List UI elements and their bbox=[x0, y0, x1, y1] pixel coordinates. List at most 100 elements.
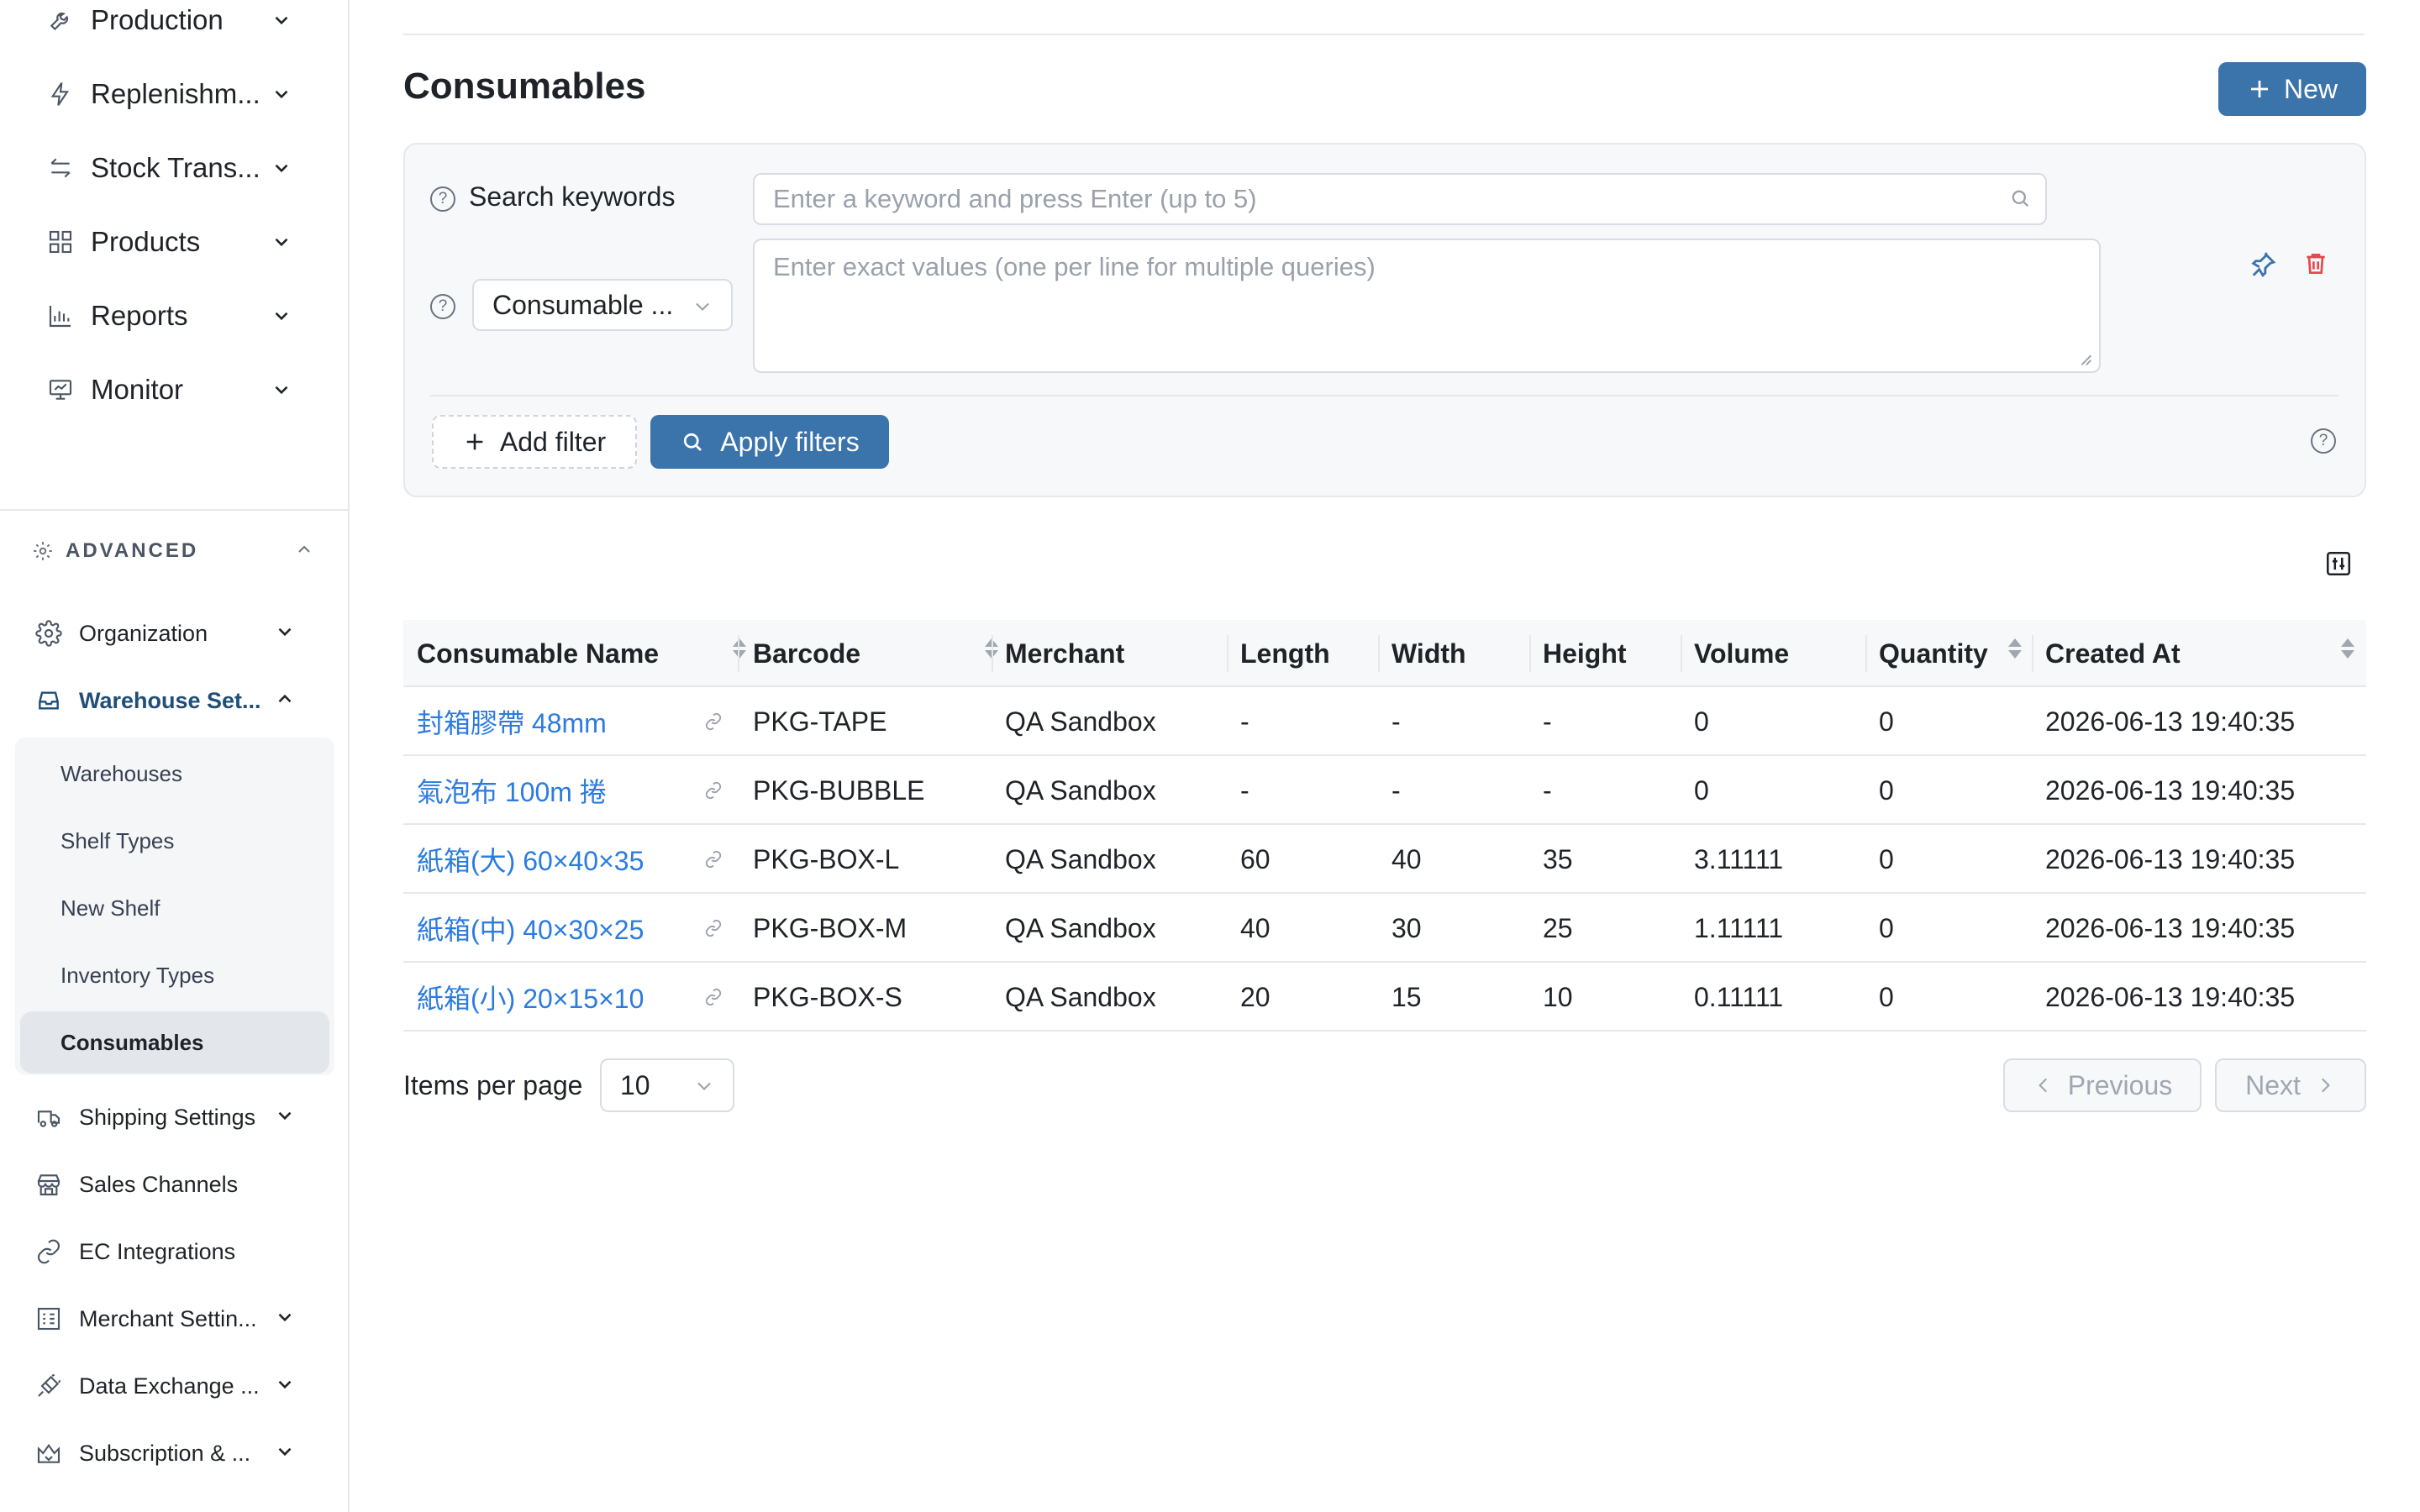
next-page-button[interactable]: Next bbox=[2215, 1058, 2366, 1112]
lightning-icon bbox=[44, 77, 77, 111]
sidebar-item-production[interactable]: Production bbox=[0, 0, 350, 54]
app-root: Production Replenishm... Stock Trans... … bbox=[0, 0, 2420, 1512]
chevron-down-icon bbox=[267, 6, 296, 34]
sidebar-item-data-exchange[interactable]: Data Exchange ... bbox=[34, 1356, 319, 1416]
sidebar-item-label: Data Exchange ... bbox=[79, 1373, 260, 1399]
items-per-page-select[interactable]: 10 bbox=[600, 1058, 734, 1112]
chevron-up-icon bbox=[294, 539, 314, 564]
sidebar-item-label: Sales Channels bbox=[79, 1171, 239, 1197]
table-row[interactable]: 封箱膠帶 48mm PKG-TAPE QA Sandbox - - - 0 0 … bbox=[403, 687, 2366, 756]
link-icon[interactable] bbox=[704, 919, 723, 942]
column-header-volume: Volume bbox=[1694, 638, 1790, 669]
top-divider bbox=[403, 34, 2365, 35]
sidebar-item-reports[interactable]: Reports bbox=[0, 282, 350, 349]
link-icon bbox=[34, 1236, 64, 1267]
table-row[interactable]: 氣泡布 100m 捲 PKG-BUBBLE QA Sandbox - - - 0… bbox=[403, 756, 2366, 825]
cell-created-at: 2026-06-13 19:40:35 bbox=[2045, 706, 2296, 737]
cell-width: - bbox=[1392, 706, 1401, 737]
subnav-new-shelf[interactable]: New Shelf bbox=[20, 877, 329, 939]
search-input[interactable] bbox=[753, 173, 2047, 225]
table-row[interactable]: 紙箱(大) 60×40×35 PKG-BOX-L QA Sandbox 60 4… bbox=[403, 825, 2366, 894]
sidebar-item-organization[interactable]: Organization bbox=[34, 603, 319, 664]
column-header-barcode[interactable]: Barcode bbox=[739, 620, 860, 687]
column-header-created-at[interactable]: Created At bbox=[2032, 620, 2181, 687]
sidebar-item-shipping-settings[interactable]: Shipping Settings bbox=[34, 1087, 319, 1147]
sidebar-item-monitor[interactable]: Monitor bbox=[0, 356, 350, 423]
subnav-consumables[interactable]: Consumables bbox=[20, 1011, 329, 1074]
consumable-name-link[interactable]: 封箱膠帶 48mm bbox=[403, 687, 607, 756]
merchant-grid-icon bbox=[34, 1304, 64, 1334]
cell-barcode: PKG-BUBBLE bbox=[753, 774, 925, 806]
consumable-name-link[interactable]: 紙箱(小) 20×15×10 bbox=[403, 963, 644, 1032]
link-icon[interactable] bbox=[704, 850, 723, 873]
cell-volume: 0.11111 bbox=[1694, 981, 1784, 1012]
cell-length: - bbox=[1240, 706, 1249, 737]
sort-icon[interactable] bbox=[2008, 638, 2022, 659]
resize-handle-icon[interactable] bbox=[2075, 349, 2094, 372]
cell-volume: 0 bbox=[1694, 774, 1709, 806]
subnav-inventory-types[interactable]: Inventory Types bbox=[20, 944, 329, 1006]
subnav-warehouses[interactable]: Warehouses bbox=[20, 743, 329, 805]
apply-filters-button[interactable]: Apply filters bbox=[650, 415, 889, 469]
new-button[interactable]: New bbox=[2218, 62, 2366, 116]
delete-icon[interactable] bbox=[2302, 250, 2329, 281]
table-row[interactable]: 紙箱(小) 20×15×10 PKG-BOX-S QA Sandbox 20 1… bbox=[403, 963, 2366, 1032]
next-label: Next bbox=[2245, 1069, 2301, 1100]
add-filter-button[interactable]: Add filter bbox=[432, 415, 637, 469]
sidebar-item-subscription[interactable]: Subscription & ... bbox=[34, 1423, 319, 1483]
help-icon[interactable]: ? bbox=[430, 294, 455, 319]
sidebar-item-replenishment[interactable]: Replenishm... bbox=[0, 60, 350, 128]
sidebar-item-products[interactable]: Products bbox=[0, 208, 350, 276]
cell-height: - bbox=[1543, 774, 1552, 806]
filter-field-select[interactable]: Consumable ... bbox=[472, 279, 733, 331]
exact-values-textarea[interactable] bbox=[753, 239, 2101, 373]
consumable-name-link[interactable]: 氣泡布 100m 捲 bbox=[403, 756, 607, 825]
previous-label: Previous bbox=[2067, 1069, 2173, 1100]
previous-page-button[interactable]: Previous bbox=[2003, 1058, 2202, 1112]
column-header-quantity[interactable]: Quantity bbox=[1865, 620, 1988, 687]
chevron-down-icon bbox=[267, 228, 296, 256]
sidebar-item-ec-integrations[interactable]: EC Integrations bbox=[34, 1221, 319, 1282]
items-per-page-label: Items per page bbox=[403, 1070, 583, 1100]
help-icon[interactable]: ? bbox=[430, 186, 455, 212]
link-icon[interactable] bbox=[704, 781, 723, 804]
cell-created-at: 2026-06-13 19:40:35 bbox=[2045, 912, 2296, 943]
consumable-name-link[interactable]: 紙箱(大) 60×40×35 bbox=[403, 825, 644, 894]
sidebar-item-label: Warehouse Set... bbox=[79, 687, 261, 713]
section-advanced-toggle[interactable]: ADVANCED bbox=[32, 534, 318, 568]
store-icon bbox=[34, 1169, 64, 1200]
sidebar-item-label: Replenishm... bbox=[91, 78, 260, 109]
column-settings-icon[interactable] bbox=[2324, 549, 2353, 582]
transfer-arrows-icon bbox=[44, 151, 77, 185]
pin-icon[interactable] bbox=[2249, 250, 2277, 283]
sidebar-item-stock-transfer[interactable]: Stock Trans... bbox=[0, 134, 350, 202]
link-icon[interactable] bbox=[704, 988, 723, 1011]
chevron-down-icon bbox=[274, 1306, 296, 1332]
sidebar-item-sales-channels[interactable]: Sales Channels bbox=[34, 1154, 319, 1215]
sidebar-item-merchant-settings[interactable]: Merchant Settin... bbox=[34, 1289, 319, 1349]
sort-icon[interactable] bbox=[2341, 638, 2354, 659]
column-header-height: Height bbox=[1543, 638, 1627, 669]
sidebar-item-label: EC Integrations bbox=[79, 1238, 236, 1264]
wrench-icon bbox=[44, 3, 77, 37]
table-row[interactable]: 紙箱(中) 40×30×25 PKG-BOX-M QA Sandbox 40 3… bbox=[403, 894, 2366, 963]
link-icon[interactable] bbox=[704, 712, 723, 735]
cell-height: 35 bbox=[1543, 843, 1573, 874]
inbox-icon bbox=[34, 685, 64, 716]
cell-length: - bbox=[1240, 774, 1249, 806]
cell-volume: 3.11111 bbox=[1694, 843, 1784, 874]
truck-icon bbox=[34, 1102, 64, 1132]
consumable-name-link[interactable]: 紙箱(中) 40×30×25 bbox=[403, 894, 644, 963]
apply-filters-label: Apply filters bbox=[720, 426, 860, 457]
column-header-consumable-name[interactable]: Consumable Name bbox=[403, 620, 659, 687]
sidebar-item-label: Organization bbox=[79, 620, 208, 646]
sidebar-item-warehouse-settings[interactable]: Warehouse Set... bbox=[34, 670, 319, 731]
subnav-shelf-types[interactable]: Shelf Types bbox=[20, 810, 329, 872]
cell-created-at: 2026-06-13 19:40:35 bbox=[2045, 774, 2296, 806]
help-icon[interactable]: ? bbox=[2311, 428, 2336, 454]
cell-merchant: QA Sandbox bbox=[1005, 981, 1156, 1012]
cell-merchant: QA Sandbox bbox=[1005, 774, 1156, 806]
cell-width: 40 bbox=[1392, 843, 1422, 874]
sidebar-item-label: Products bbox=[91, 226, 201, 257]
chevron-down-icon bbox=[267, 80, 296, 108]
